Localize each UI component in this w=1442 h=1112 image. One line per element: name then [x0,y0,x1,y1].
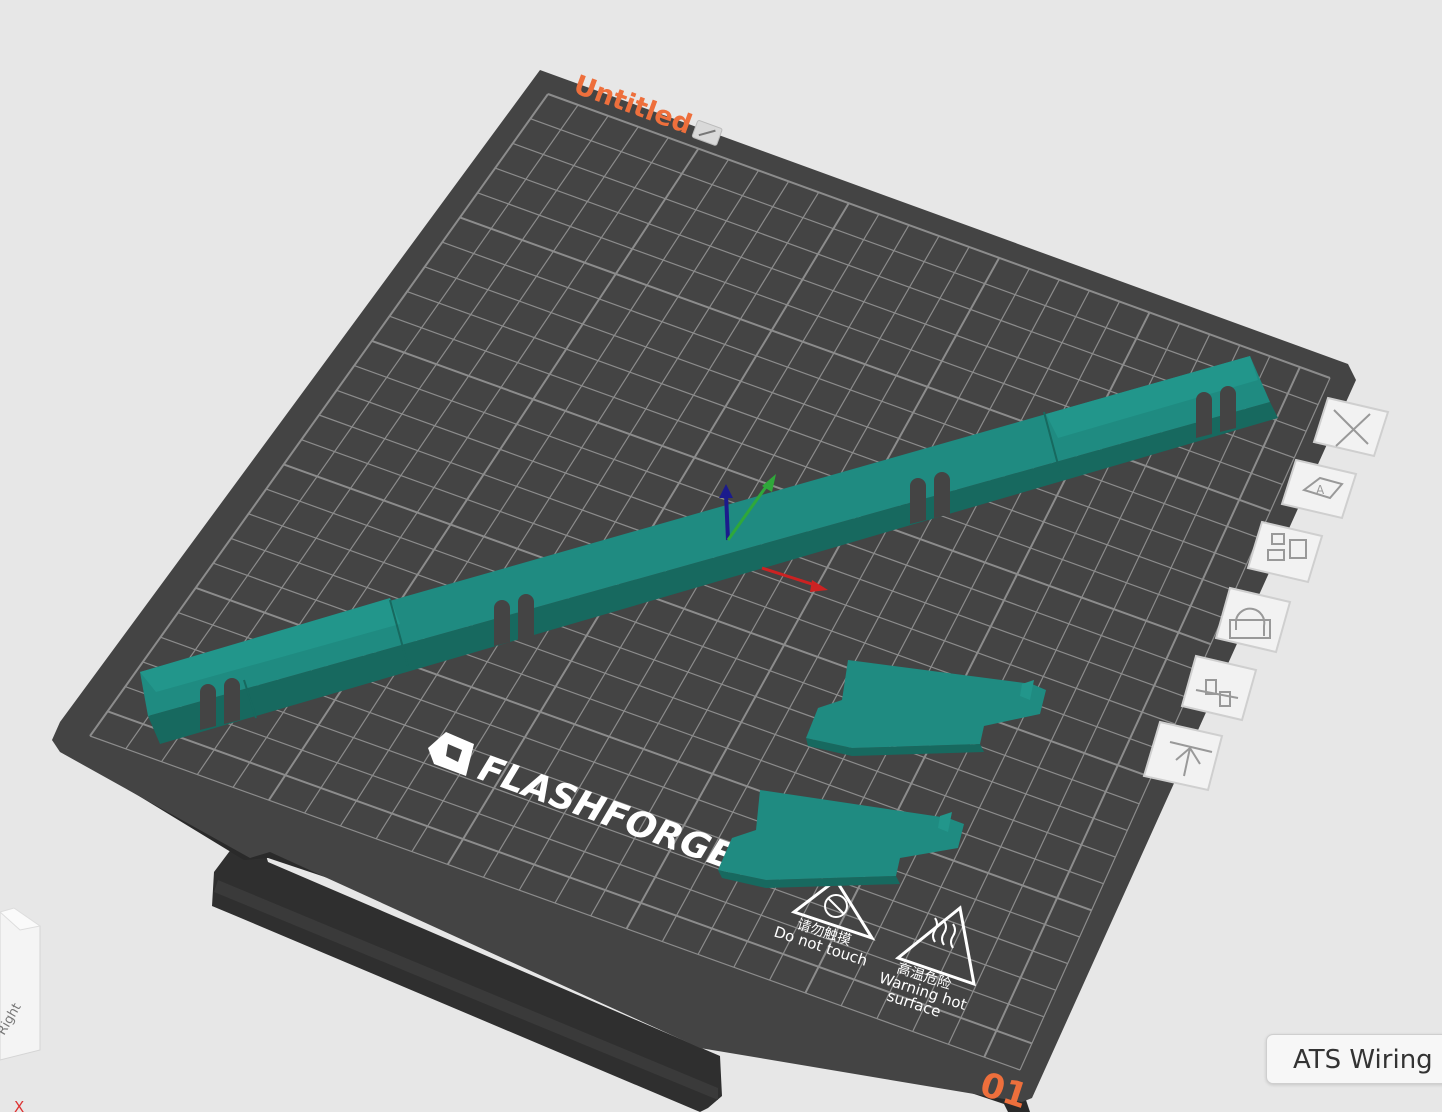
object-name-tooltip: ATS Wiring [1266,1034,1442,1084]
view-cube[interactable]: Right [0,907,42,1061]
axis-indicator-x: X [14,1098,24,1112]
z-axis-arrow[interactable] [724,493,730,541]
svg-text:A: A [1316,483,1325,497]
3d-viewport[interactable]: Untitled FLASHFORGE 请勿触摸 Do not touch 高温… [0,0,1442,1112]
build-plate[interactable] [52,70,1356,1102]
